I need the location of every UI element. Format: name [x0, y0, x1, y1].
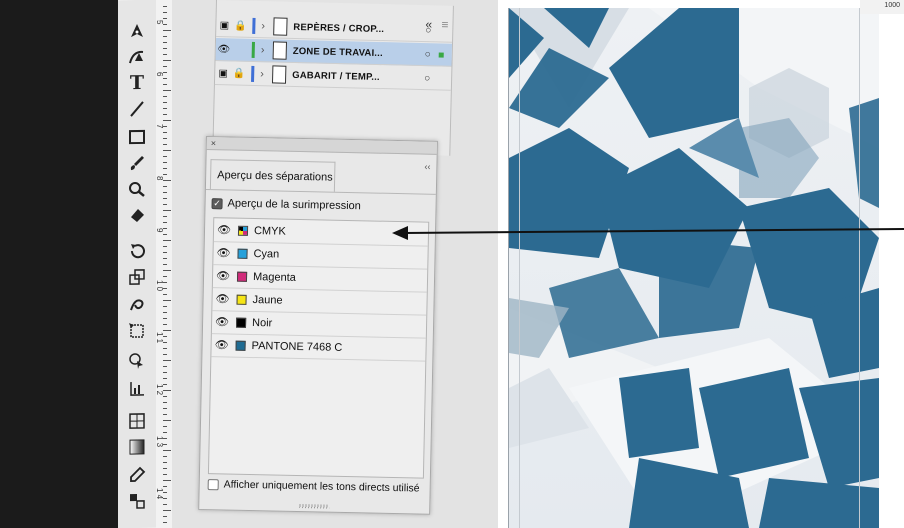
- screen: T 5 6 7 8 9 1 0 1 1 1 2 1 3 1 4 « ≡ ▣ 🔒 …: [0, 0, 904, 528]
- callout-arrow: [392, 226, 904, 240]
